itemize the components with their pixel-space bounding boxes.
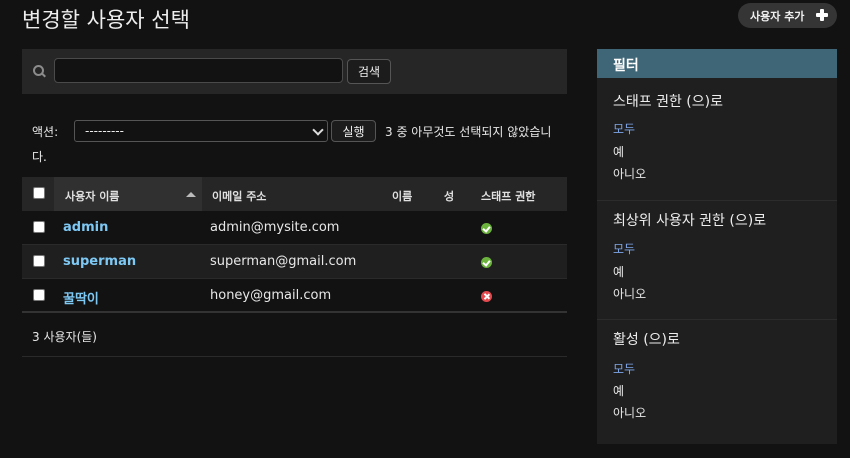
filter-title: 필터 <box>597 49 837 78</box>
filter-heading: 최상위 사용자 권한 (으)로 <box>613 213 767 229</box>
username-link[interactable]: admin <box>63 220 108 235</box>
username-link[interactable]: superman <box>63 254 136 269</box>
filter-option-all[interactable]: 모두 <box>613 240 635 257</box>
row-checkbox[interactable] <box>33 289 45 301</box>
filter-group-active: 활성 (으)로 모두 예 아니오 <box>597 319 837 420</box>
table-row: 꿀딱이 honey@gmail.com <box>22 279 567 313</box>
check-icon <box>481 223 492 234</box>
filter-option-no[interactable]: 아니오 <box>613 285 646 302</box>
search-button[interactable]: 검색 <box>347 59 391 84</box>
add-user-button[interactable]: 사용자 추가 <box>738 3 837 28</box>
filter-group-superuser: 최상위 사용자 권한 (으)로 모두 예 아니오 <box>597 200 837 301</box>
email-cell: superman@gmail.com <box>210 254 357 269</box>
table-row: superman superman@gmail.com <box>22 245 567 279</box>
plus-icon <box>816 9 828 21</box>
email-cell: admin@mysite.com <box>210 220 340 235</box>
result-count: 3 사용자(들) <box>22 313 567 357</box>
filter-option-no[interactable]: 아니오 <box>613 165 646 182</box>
search-input[interactable] <box>54 58 343 83</box>
search-bar: 검색 <box>22 49 567 94</box>
table-header: 사용자 이름 이메일 주소 이름 성 스태프 권한 <box>22 177 567 211</box>
filter-option-all[interactable]: 모두 <box>613 120 635 137</box>
select-all-checkbox[interactable] <box>33 187 45 199</box>
filter-option-yes[interactable]: 예 <box>613 143 624 160</box>
page-title: 변경할 사용자 선택 <box>22 8 190 32</box>
actions-selected-value: --------- <box>85 124 124 138</box>
header-last-name[interactable]: 성 <box>444 188 454 204</box>
filter-option-yes[interactable]: 예 <box>613 263 624 280</box>
check-icon <box>481 257 492 268</box>
email-cell: honey@gmail.com <box>210 288 332 303</box>
cross-icon <box>481 291 492 302</box>
username-link[interactable]: 꿀딱이 <box>63 288 99 307</box>
filter-heading: 활성 (으)로 <box>613 332 680 348</box>
header-email[interactable]: 이메일 주소 <box>212 188 266 204</box>
add-user-label: 사용자 추가 <box>750 9 805 23</box>
actions-label: 액션: <box>32 125 59 139</box>
selection-count-text: 3 중 아무것도 선택되지 않았습니 <box>385 125 552 139</box>
header-staff[interactable]: 스태프 권한 <box>481 188 535 204</box>
row-checkbox[interactable] <box>33 255 45 267</box>
row-checkbox[interactable] <box>33 221 45 233</box>
filter-option-all[interactable]: 모두 <box>613 360 635 377</box>
filter-option-no[interactable]: 아니오 <box>613 404 646 421</box>
filter-option-yes[interactable]: 예 <box>613 382 624 399</box>
chevron-down-icon <box>312 124 324 136</box>
table-row: admin admin@mysite.com <box>22 211 567 245</box>
users-table: 사용자 이름 이메일 주소 이름 성 스태프 권한 admin admin@my… <box>22 177 567 313</box>
selection-count-text-cont: 다. <box>32 150 47 164</box>
header-username[interactable]: 사용자 이름 <box>65 188 119 204</box>
sort-ascending-icon[interactable] <box>186 192 196 197</box>
actions-select[interactable]: --------- <box>74 120 328 142</box>
header-first-name[interactable]: 이름 <box>392 188 412 204</box>
filter-heading: 스태프 권한 (으)로 <box>613 94 723 110</box>
run-action-button[interactable]: 실행 <box>331 120 376 142</box>
filter-panel: 필터 스태프 권한 (으)로 모두 예 아니오 최상위 사용자 권한 (으)로 … <box>597 49 837 444</box>
search-icon <box>33 65 45 77</box>
